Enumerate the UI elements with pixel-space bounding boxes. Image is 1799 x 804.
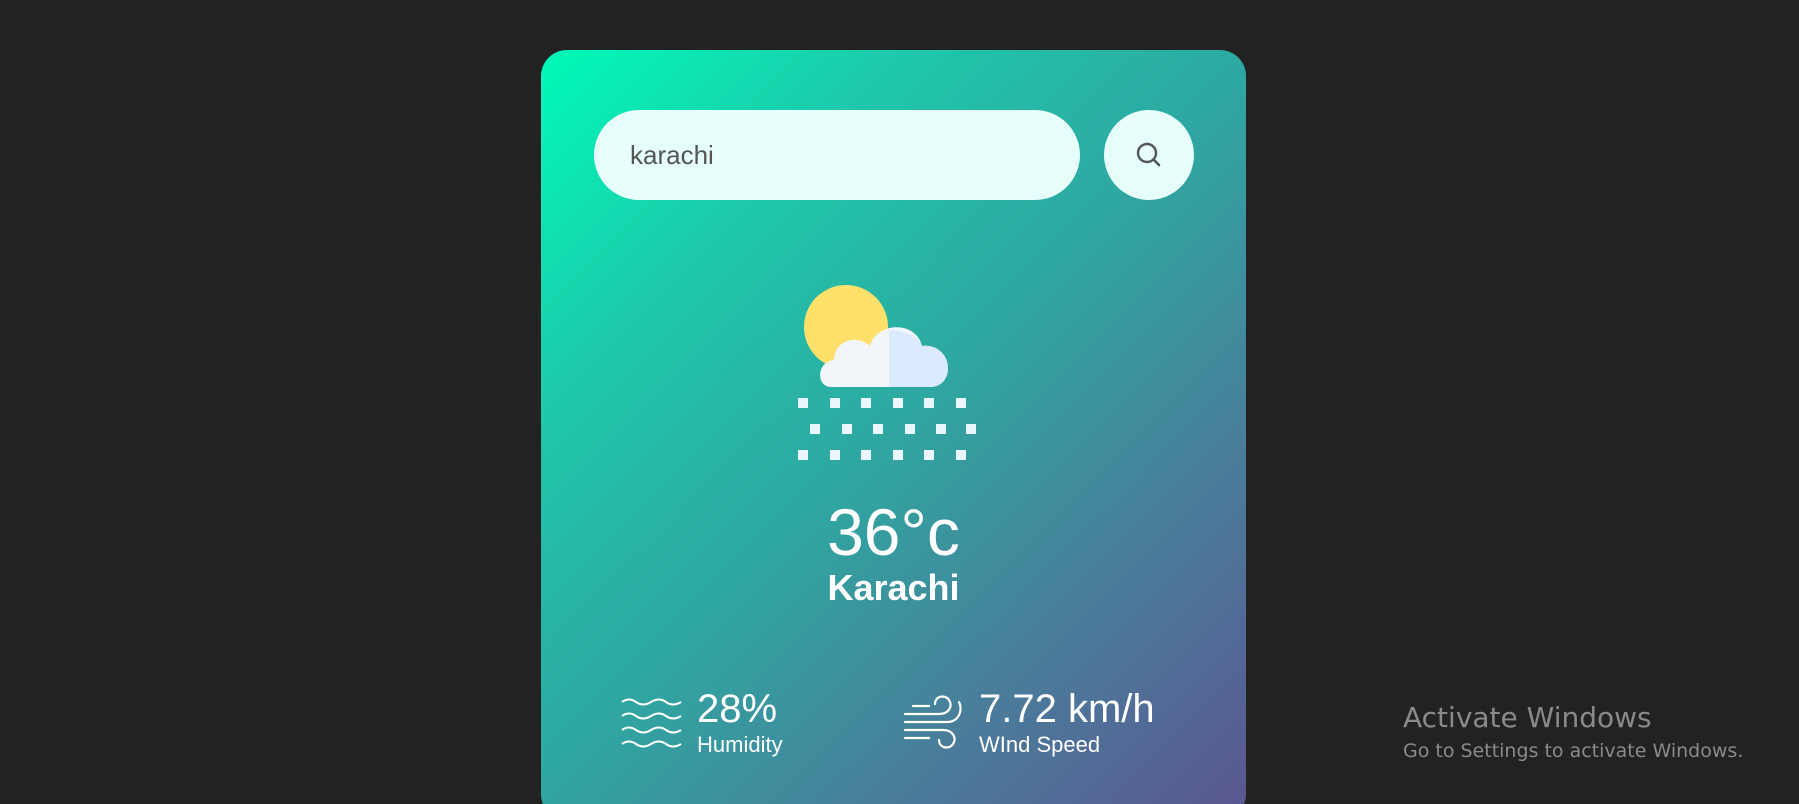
page: 36°c Karachi 28% Humidity	[0, 0, 1799, 804]
wind-label: WInd Speed	[979, 732, 1101, 757]
humidity-text: 28% Humidity	[697, 687, 783, 759]
city-name: Karachi	[827, 567, 960, 608]
humidity-value: 28%	[697, 687, 778, 731]
wind-text: 7.72 km/h WInd Speed	[979, 687, 1155, 759]
activate-windows-watermark: Activate Windows Go to Settings to activ…	[1403, 698, 1743, 764]
search-button[interactable]	[1104, 110, 1194, 200]
humidity-detail: 28% Humidity	[621, 678, 783, 768]
weather-card: 36°c Karachi 28% Humidity	[541, 50, 1246, 804]
humidity-waves-icon	[621, 698, 682, 748]
search-input[interactable]	[594, 110, 1080, 200]
wind-icon	[903, 695, 962, 749]
snow-sun-cloud-icon	[798, 285, 976, 460]
search-icon	[1136, 142, 1161, 167]
watermark-title: Activate Windows	[1403, 701, 1652, 734]
wind-detail: 7.72 km/h WInd Speed	[903, 678, 1155, 768]
humidity-label: Humidity	[697, 732, 783, 757]
wind-value: 7.72 km/h	[979, 687, 1155, 731]
temperature: 36°c	[827, 495, 960, 569]
search-bar	[594, 110, 1194, 200]
watermark-subtitle: Go to Settings to activate Windows.	[1403, 740, 1744, 762]
